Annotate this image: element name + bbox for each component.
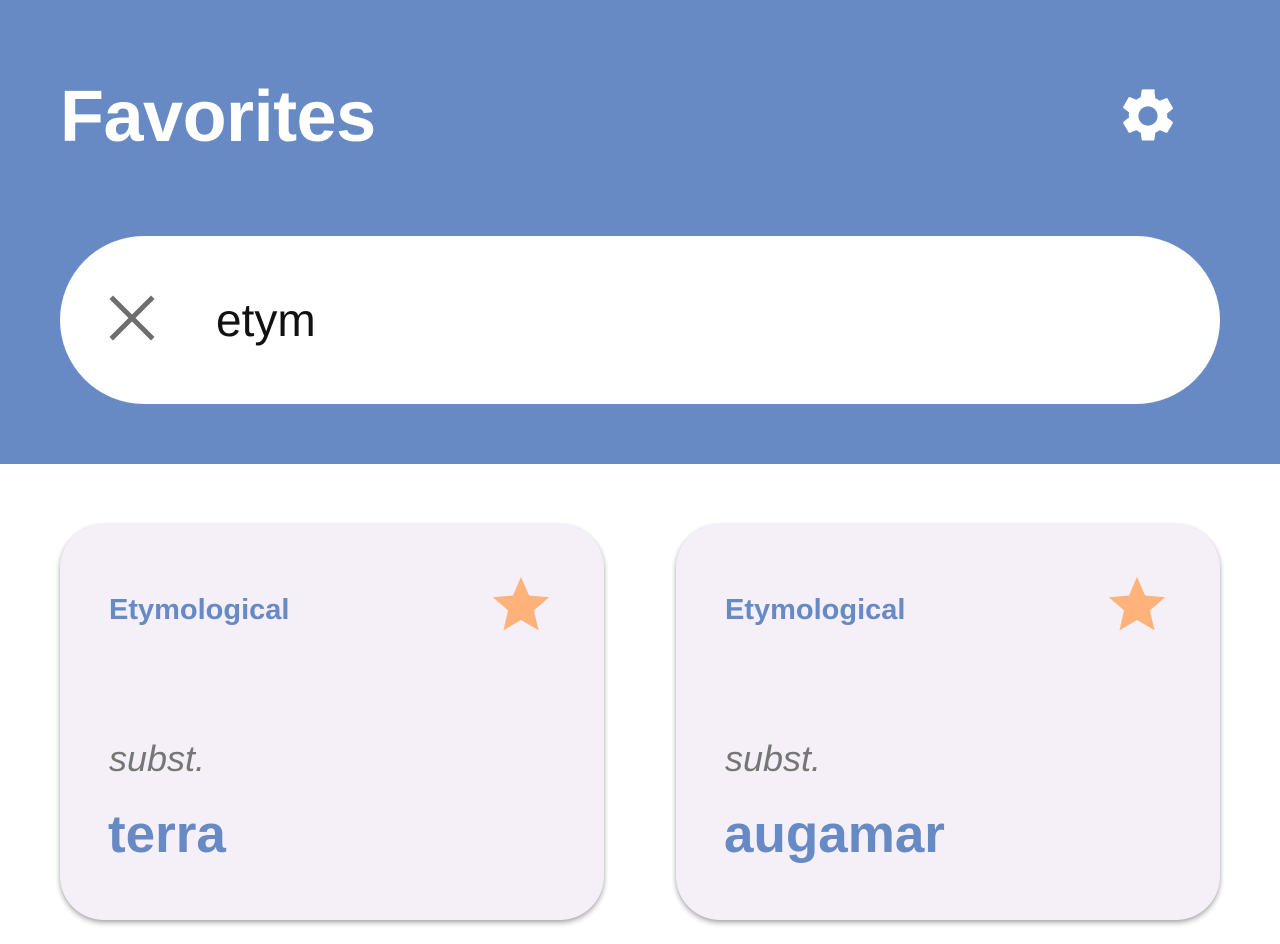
- clear-search-button[interactable]: [92, 276, 172, 364]
- search-input[interactable]: [216, 280, 1156, 360]
- favorite-toggle-button[interactable]: [486, 574, 556, 640]
- app-header: Favorites: [0, 0, 1280, 464]
- card-category: Etymological: [725, 594, 906, 626]
- card-word: terra: [108, 805, 226, 864]
- star-icon: [490, 575, 552, 640]
- close-icon: [109, 294, 155, 346]
- settings-button[interactable]: [1108, 78, 1188, 158]
- favorite-card-augamar[interactable]: Etymological subst. augamar: [676, 524, 1220, 920]
- card-category: Etymological: [109, 594, 290, 626]
- favorites-screen: Favorites Etymological: [0, 0, 1280, 944]
- search-bar: [60, 236, 1220, 404]
- favorite-card-terra[interactable]: Etymological subst. terra: [60, 524, 604, 920]
- card-part-of-speech: subst.: [725, 738, 822, 779]
- favorites-list: Etymological subst. terra Etymological s…: [60, 524, 1220, 920]
- card-word: augamar: [724, 805, 945, 864]
- page-title: Favorites: [60, 77, 376, 157]
- gear-icon: [1116, 84, 1180, 153]
- card-part-of-speech: subst.: [109, 738, 206, 779]
- favorite-toggle-button[interactable]: [1102, 574, 1172, 640]
- star-icon: [1106, 575, 1168, 640]
